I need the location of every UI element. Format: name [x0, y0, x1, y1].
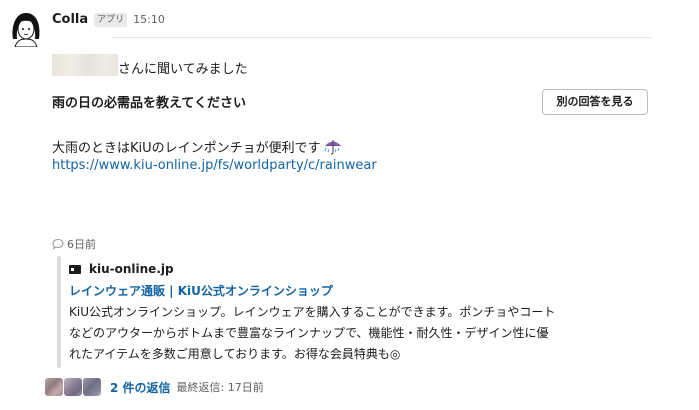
- message-intro: さんに聞いてみました: [118, 62, 248, 77]
- answer-line: 大雨のときはKiUのレインポンチョが便利です: [52, 136, 343, 156]
- message-header: Colla アプリ 15:10: [52, 12, 165, 27]
- attachment-description-line: などのアウターからボトムまで豊富なラインナップで、機能性・耐久性・デザイン性に優: [69, 326, 549, 340]
- attachment-timestamp-row: 6日前: [52, 236, 96, 252]
- alternative-answer-button[interactable]: 別の回答を見る: [542, 89, 648, 115]
- attachment-title-link[interactable]: レインウェア通販 | KiU公式オンラインショップ: [69, 282, 333, 299]
- attachment-source: kiu-online.jp: [69, 262, 174, 276]
- reply-avatar: [64, 378, 82, 396]
- question-text: 雨の日の必需品を教えてください: [52, 96, 246, 111]
- reply-avatar: [45, 378, 63, 396]
- thread-replies[interactable]: 2 件の返信 最終返信: 17日前: [45, 378, 264, 396]
- message-time[interactable]: 15:10: [133, 13, 165, 26]
- app-badge: アプリ: [94, 12, 128, 27]
- divider: [111, 37, 651, 38]
- attachment-description-line: れたアイテムを多数ご用意しております。お得な会員特典も◎: [69, 347, 401, 361]
- reply-count-link[interactable]: 2 件の返信: [110, 379, 171, 396]
- shared-link[interactable]: https://www.kiu-online.jp/fs/worldparty/…: [52, 158, 377, 173]
- umbrella-with-rain-icon: [323, 136, 343, 156]
- attachment-description: KiU公式オンラインショップ。レインウェアを購入することができます。ポンチョやコ…: [69, 302, 641, 365]
- attachment-description-line: KiU公式オンラインショップ。レインウェアを購入することができます。ポンチョやコ…: [69, 305, 556, 319]
- site-favicon-icon: [69, 264, 81, 274]
- speech-bubble-icon: [52, 238, 64, 250]
- sender-name[interactable]: Colla: [52, 12, 88, 27]
- attachment-bar: [57, 256, 61, 368]
- answer-text: 大雨のときはKiUのレインポンチョが便利です: [52, 140, 321, 156]
- avatar[interactable]: [9, 9, 43, 48]
- reply-avatar: [83, 378, 101, 396]
- attachment-timestamp[interactable]: 6日前: [67, 236, 96, 252]
- attachment-domain: kiu-online.jp: [89, 262, 174, 276]
- last-reply-time: 最終返信: 17日前: [176, 381, 264, 394]
- redacted-name: [52, 54, 118, 76]
